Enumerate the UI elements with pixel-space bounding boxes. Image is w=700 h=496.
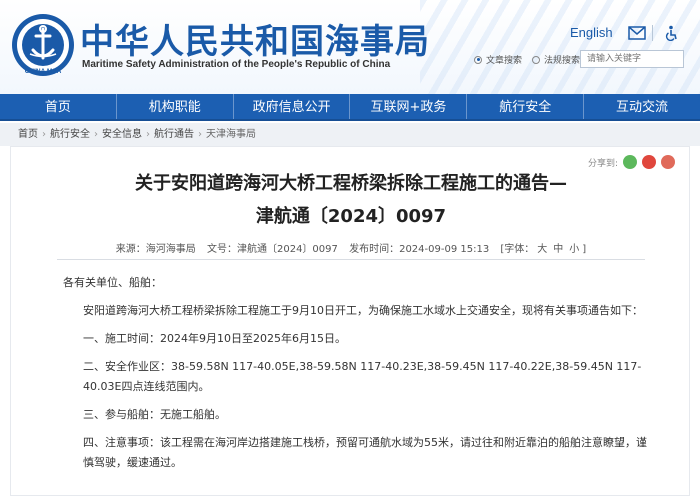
paragraph-notes: 四、注意事项：该工程需在海河岸边搭建施工栈桥，预留可通航水域为55米，请过往和附… bbox=[83, 436, 647, 469]
nav-item-functions[interactable]: 机构职能 bbox=[117, 94, 234, 119]
breadcrumb: 首页 › 航行安全 › 安全信息 › 航行通告 › 天津海事局 bbox=[0, 123, 700, 146]
site-title[interactable]: 中华人民共和国海事局 bbox=[80, 14, 430, 63]
header-separator bbox=[652, 25, 653, 41]
header-decoration bbox=[420, 0, 700, 94]
breadcrumb-notices[interactable]: 航行通告 bbox=[154, 129, 194, 140]
nav-item-internet-gov[interactable]: 互联网+政务 bbox=[350, 94, 468, 119]
breadcrumb-current[interactable]: 天津海事局 bbox=[206, 129, 256, 140]
main-nav: 首页 机构职能 政府信息公开 互联网+政务 航行安全 互动交流 bbox=[0, 94, 700, 121]
breadcrumb-safety-info[interactable]: 安全信息 bbox=[102, 129, 142, 140]
accessibility-icon[interactable] bbox=[662, 25, 680, 41]
paragraph-time: 一、施工时间：2024年9月10日至2025年6月15日。 bbox=[83, 332, 346, 345]
radio-law-label: 法规搜索 bbox=[544, 56, 581, 66]
paragraph-area: 二、安全作业区：38-59.58N 117-40.05E,38-59.58N 1… bbox=[83, 360, 642, 393]
meta-font-label: [字体： bbox=[500, 244, 535, 255]
meta-published: 发布时间：2024-09-09 15:13 bbox=[349, 244, 490, 255]
search-type-selector: 文章搜索 法规搜索 bbox=[474, 53, 580, 66]
breadcrumb-separator: › bbox=[42, 129, 46, 140]
article-title-line1: 关于安阳道跨海河大桥工程桥梁拆除工程施工的通告— bbox=[135, 173, 567, 194]
logo-text: CHINA MSA bbox=[25, 68, 62, 75]
paragraph-vessels: 三、参与船舶：无施工船舶。 bbox=[83, 408, 226, 421]
breadcrumb-separator: › bbox=[146, 129, 150, 140]
nav-item-nav-safety[interactable]: 航行安全 bbox=[467, 94, 585, 119]
english-link[interactable]: English bbox=[570, 25, 613, 40]
nav-item-gov-info[interactable]: 政府信息公开 bbox=[234, 94, 351, 119]
msa-logo[interactable]: CHINA MSA bbox=[10, 12, 76, 78]
meta-font-close: ] bbox=[582, 244, 587, 255]
article-meta: 来源：海河海事局 文号：津航通〔2024〕0097 发布时间：2024-09-0… bbox=[11, 240, 691, 255]
font-size-medium[interactable]: 中 bbox=[553, 244, 563, 255]
breadcrumb-nav-safety[interactable]: 航行安全 bbox=[50, 129, 90, 140]
radio-article-search[interactable] bbox=[474, 55, 482, 64]
radio-law-search[interactable] bbox=[532, 55, 541, 64]
mail-icon[interactable] bbox=[628, 25, 646, 41]
breadcrumb-home[interactable]: 首页 bbox=[18, 129, 38, 140]
site-subtitle: Maritime Safety Administration of the Pe… bbox=[82, 59, 391, 70]
radio-article-label: 文章搜索 bbox=[486, 56, 523, 66]
breadcrumb-separator: › bbox=[94, 129, 98, 140]
meta-source: 来源：海河海事局 bbox=[115, 244, 196, 255]
search-input[interactable] bbox=[580, 50, 684, 68]
site-header: CHINA MSA 中华人民共和国海事局 Maritime Safety Adm… bbox=[0, 0, 700, 94]
font-size-large[interactable]: 大 bbox=[537, 244, 547, 255]
article-title-line2: 津航通〔2024〕0097 bbox=[255, 206, 447, 227]
nav-item-interaction[interactable]: 互动交流 bbox=[584, 94, 700, 119]
nav-item-home[interactable]: 首页 bbox=[0, 94, 117, 119]
font-size-small[interactable]: 小 bbox=[569, 244, 579, 255]
breadcrumb-separator: › bbox=[198, 129, 202, 140]
meta-doc-no: 文号：津航通〔2024〕0097 bbox=[206, 244, 338, 255]
article-panel: 分享到: 关于安阳道跨海河大桥工程桥梁拆除工程施工的通告— 津航通〔2024〕0… bbox=[10, 146, 690, 496]
paragraph-salutation: 各有关单位、船舶： bbox=[63, 276, 162, 289]
title-divider bbox=[57, 259, 645, 260]
paragraph-intro: 安阳道跨海河大桥工程桥梁拆除工程施工于9月10日开工，为确保施工水域水上交通安全… bbox=[83, 304, 643, 317]
article-title: 关于安阳道跨海河大桥工程桥梁拆除工程施工的通告— 津航通〔2024〕0097 bbox=[11, 167, 691, 233]
